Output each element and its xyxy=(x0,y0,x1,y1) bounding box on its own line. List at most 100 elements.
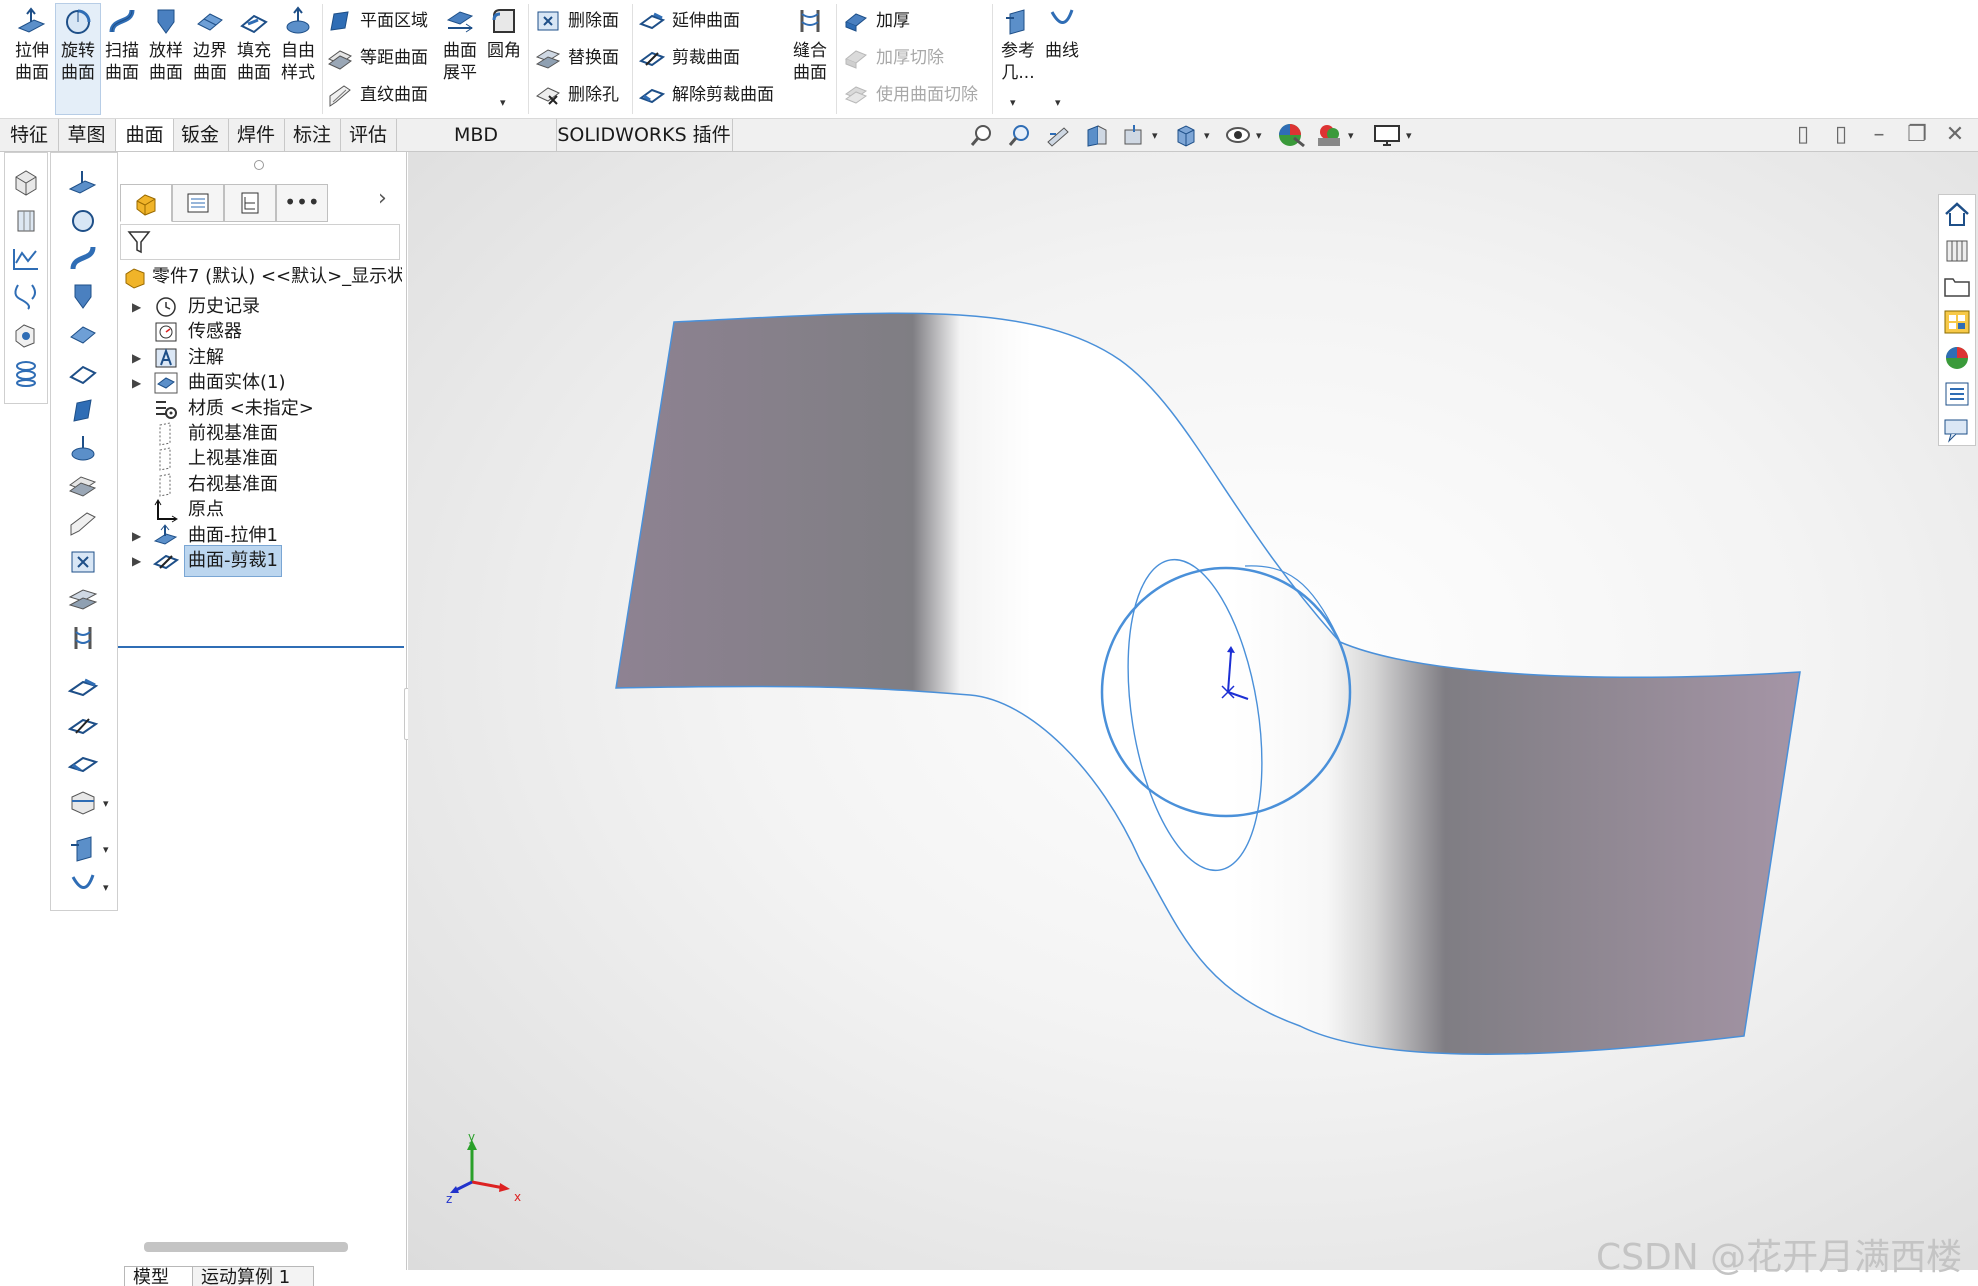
tab-configuration-manager[interactable] xyxy=(224,184,276,222)
tab-more[interactable]: ••• xyxy=(276,184,328,222)
scene-dropdown-caret[interactable]: ▾ xyxy=(1348,129,1354,142)
curves-dropdown-caret[interactable]: ▾ xyxy=(1055,96,1061,109)
freeform-icon[interactable] xyxy=(67,433,99,463)
tab-markup[interactable]: 标注 xyxy=(284,119,341,151)
graphics-area[interactable]: y x z CSDN @花开月满西楼 xyxy=(408,152,1978,1278)
boundary-surface-button[interactable]: 边界 曲面 xyxy=(188,4,232,114)
knit-surface-icon[interactable] xyxy=(67,623,99,653)
view-settings-icon[interactable] xyxy=(1372,122,1402,148)
extrude-surface-button[interactable]: 拉伸 曲面 xyxy=(10,4,54,114)
reference-geometry-button[interactable]: 参考 几... xyxy=(996,4,1040,114)
extend-surface-icon[interactable] xyxy=(67,673,99,703)
zoom-to-area-icon[interactable] xyxy=(1006,122,1034,148)
file-explorer-icon[interactable] xyxy=(1941,271,1973,301)
ruled-surface-button[interactable]: 直纹曲面 xyxy=(326,79,428,111)
view-orientation-icon[interactable] xyxy=(1172,122,1200,148)
cut-with-surface-button[interactable]: 使用曲面切除 xyxy=(842,79,978,111)
tab-weldments[interactable]: 焊件 xyxy=(228,119,285,151)
cut-with-surface-icon[interactable] xyxy=(67,787,99,817)
edit-appearance-icon[interactable] xyxy=(1276,122,1306,148)
tree-root-part[interactable]: 零件7 (默认) <<默认>_显示状态 xyxy=(122,262,402,292)
expand-arrow-icon[interactable]: ▶ xyxy=(132,351,141,365)
tab-evaluate[interactable]: 评估 xyxy=(340,119,397,151)
planar-surface-button[interactable]: 平面区域 xyxy=(326,5,428,37)
apply-scene-icon[interactable] xyxy=(1314,122,1344,148)
trim-surface-button[interactable]: 剪裁曲面 xyxy=(638,42,740,74)
expand-arrow-icon[interactable]: ▶ xyxy=(132,529,141,543)
freeform-button[interactable]: 自由 样式 xyxy=(276,4,320,114)
custom-properties-icon[interactable] xyxy=(1941,379,1973,409)
expand-arrow-icon[interactable]: ▶ xyxy=(132,300,141,314)
solid-body-icon[interactable] xyxy=(10,167,42,197)
extend-surface-button[interactable]: 延伸曲面 xyxy=(638,5,740,37)
minimize-icon[interactable]: – xyxy=(1866,122,1892,148)
fill-surface-button[interactable]: 填充 曲面 xyxy=(232,4,276,114)
tab-sheet-metal[interactable]: 钣金 xyxy=(172,119,229,151)
untrim-surface-icon[interactable] xyxy=(67,749,99,779)
offset-surface-button[interactable]: 等距曲面 xyxy=(326,42,428,74)
pane-right-icon[interactable]: ▯ xyxy=(1828,122,1854,148)
zoom-to-fit-icon[interactable] xyxy=(968,122,996,148)
section-view-icon[interactable] xyxy=(1082,122,1110,148)
revolve-surface-icon[interactable] xyxy=(67,205,99,235)
delete-face-button[interactable]: 删除面 xyxy=(534,5,619,37)
panel-grip-icon[interactable] xyxy=(254,160,264,170)
curves-icon[interactable] xyxy=(67,871,99,901)
tab-mbd-dimensions[interactable]: MBD Dimensions xyxy=(396,119,557,178)
reference-geometry-icon[interactable] xyxy=(67,833,99,863)
tab-property-manager[interactable] xyxy=(172,184,224,222)
delete-hole-button[interactable]: 删除孔 xyxy=(534,79,619,111)
reference-geometry-dropdown-caret[interactable]: ▾ xyxy=(103,843,109,856)
dynamic-annotation-icon[interactable] xyxy=(1120,122,1148,148)
design-library-icon[interactable] xyxy=(1941,235,1973,265)
delete-face-icon[interactable] xyxy=(67,547,99,577)
surface-body-icon[interactable] xyxy=(10,205,42,235)
tab-surfaces[interactable]: 曲面 xyxy=(115,119,174,151)
trim-surface-icon[interactable] xyxy=(67,711,99,741)
untrim-surface-button[interactable]: 解除剪裁曲面 xyxy=(638,79,774,111)
ruled-surface-icon[interactable] xyxy=(67,509,99,539)
previous-view-icon[interactable] xyxy=(1044,122,1072,148)
restore-icon[interactable]: ❐ xyxy=(1904,122,1930,148)
reference-geometry-dropdown-caret[interactable]: ▾ xyxy=(1010,96,1016,109)
planar-surface-icon[interactable] xyxy=(67,395,99,425)
curve-icon[interactable] xyxy=(10,281,42,311)
tab-sketch[interactable]: 草图 xyxy=(58,119,116,151)
tree-horizontal-scrollbar[interactable] xyxy=(144,1242,348,1252)
display-style-dropdown-caret[interactable]: ▾ xyxy=(1204,129,1210,142)
replace-face-button[interactable]: 替换面 xyxy=(534,42,619,74)
view-palette-icon[interactable] xyxy=(1941,307,1973,337)
thicken-cut-button[interactable]: 加厚切除 xyxy=(842,42,944,74)
hide-show-dropdown-caret[interactable]: ▾ xyxy=(1256,129,1262,142)
view-orientation-dropdown-caret[interactable]: ▾ xyxy=(1152,129,1158,142)
rollback-bar[interactable] xyxy=(118,646,404,648)
trimmed-surface[interactable] xyxy=(615,312,1801,1055)
surface-flatten-button[interactable]: 曲面 展平 xyxy=(438,4,482,114)
loft-surface-button[interactable]: 放样 曲面 xyxy=(144,4,188,114)
view-settings-dropdown-caret[interactable]: ▾ xyxy=(1406,129,1412,142)
helix-icon[interactable] xyxy=(10,357,42,387)
expand-arrow-icon[interactable]: ▶ xyxy=(132,554,141,568)
tab-model[interactable]: 模型 xyxy=(124,1266,194,1286)
offset-surface-icon[interactable] xyxy=(67,471,99,501)
forum-icon[interactable] xyxy=(1941,415,1973,445)
sweep-surface-icon[interactable] xyxy=(67,243,99,273)
knit-surface-button[interactable]: 缝合 曲面 xyxy=(788,4,832,114)
tab-solidworks-addins[interactable]: SOLIDWORKS 插件 xyxy=(556,119,733,151)
loft-surface-icon[interactable] xyxy=(67,281,99,311)
curves-button[interactable]: 曲线 xyxy=(1040,4,1084,114)
pane-left-icon[interactable]: ▯ xyxy=(1790,122,1816,148)
sketch-icon[interactable] xyxy=(10,243,42,273)
extrude-surface-icon[interactable] xyxy=(67,167,99,197)
fillet-dropdown-caret[interactable]: ▾ xyxy=(500,96,506,109)
replace-face-icon[interactable] xyxy=(67,585,99,615)
curves-dropdown-caret[interactable]: ▾ xyxy=(103,881,109,894)
cut-dropdown-caret[interactable]: ▾ xyxy=(103,797,109,810)
boundary-surface-icon[interactable] xyxy=(67,319,99,349)
fill-surface-icon[interactable] xyxy=(67,357,99,387)
home-icon[interactable] xyxy=(1941,199,1973,229)
tree-filter-box[interactable] xyxy=(120,224,400,260)
close-icon[interactable]: ✕ xyxy=(1942,122,1968,148)
part-icon[interactable] xyxy=(10,319,42,349)
tab-feature-manager[interactable] xyxy=(120,184,172,222)
